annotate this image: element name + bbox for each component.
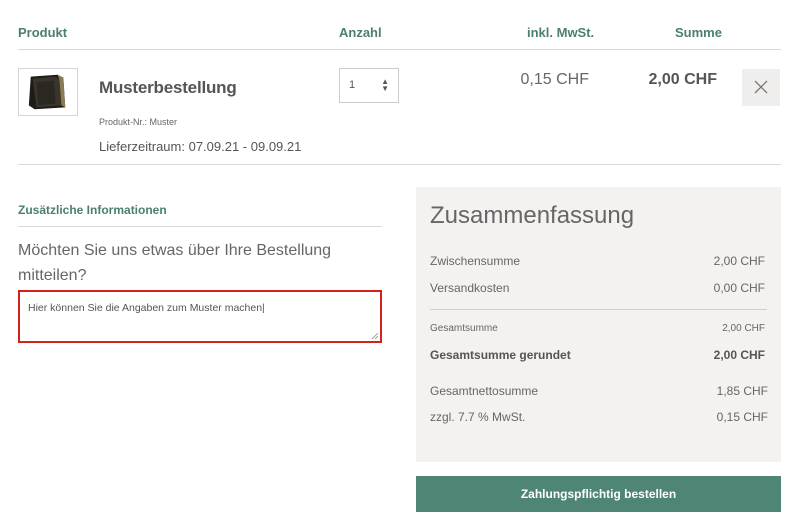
grand-total-value: 2,00 CHF: [722, 323, 765, 334]
product-number: Produkt-Nr.: Muster: [99, 117, 178, 127]
product-name[interactable]: Musterbestellung: [99, 78, 237, 98]
order-comment-value: Hier können Sie die Angaben zum Muster m…: [28, 302, 265, 314]
grand-total-rounded-value: 2,00 CHF: [713, 348, 765, 362]
header-divider: [18, 49, 781, 50]
select-arrows-icon: ▲ ▼: [381, 77, 389, 93]
remove-item-button[interactable]: [742, 69, 780, 106]
column-header-total: Summe: [675, 25, 722, 40]
grand-total-label: Gesamtsumme: [430, 323, 498, 334]
shipping-label: Versandkosten: [430, 281, 510, 295]
product-sample-thumbnail-icon: [19, 69, 77, 115]
order-comment-textarea[interactable]: Hier können Sie die Angaben zum Muster m…: [18, 290, 382, 343]
unit-price: 0,15 CHF: [520, 71, 589, 88]
quantity-select[interactable]: 1 ▲ ▼: [339, 68, 399, 103]
net-total-label: Gesamtnettosumme: [430, 384, 539, 398]
close-icon: [754, 80, 768, 94]
additional-info-title: Zusätzliche Informationen: [18, 203, 167, 217]
vat-label: zzgl. 7.7 % MwSt.: [430, 410, 526, 424]
net-total-value: 1,85 CHF: [716, 384, 768, 398]
summary-title: Zusammenfassung: [430, 202, 635, 229]
subtotal-label: Zwischensumme: [430, 254, 521, 268]
quantity-value: 1: [349, 79, 356, 91]
column-header-product: Produkt: [18, 25, 68, 40]
vat-value: 0,15 CHF: [716, 410, 768, 424]
product-thumbnail[interactable]: [18, 68, 78, 116]
subtotal-value: 2,00 CHF: [713, 254, 765, 268]
shipping-value: 0,00 CHF: [713, 281, 765, 295]
grand-total-rounded-label: Gesamtsumme gerundet: [430, 348, 571, 362]
column-header-quantity: Anzahl: [339, 25, 382, 40]
summary-divider: [430, 309, 767, 310]
order-comment-question: Möchten Sie uns etwas über Ihre Bestellu…: [18, 242, 332, 284]
place-order-button[interactable]: Zahlungspflichtig bestellen: [416, 476, 781, 512]
column-header-incl-vat: inkl. MwSt.: [527, 25, 595, 40]
delivery-period: Lieferzeitraum: 07.09.21 - 09.09.21: [99, 139, 302, 154]
additional-info-divider: [18, 226, 382, 227]
line-total: 2,00 CHF: [648, 71, 717, 88]
resize-handle-icon[interactable]: [371, 332, 379, 340]
row-divider: [18, 164, 781, 165]
